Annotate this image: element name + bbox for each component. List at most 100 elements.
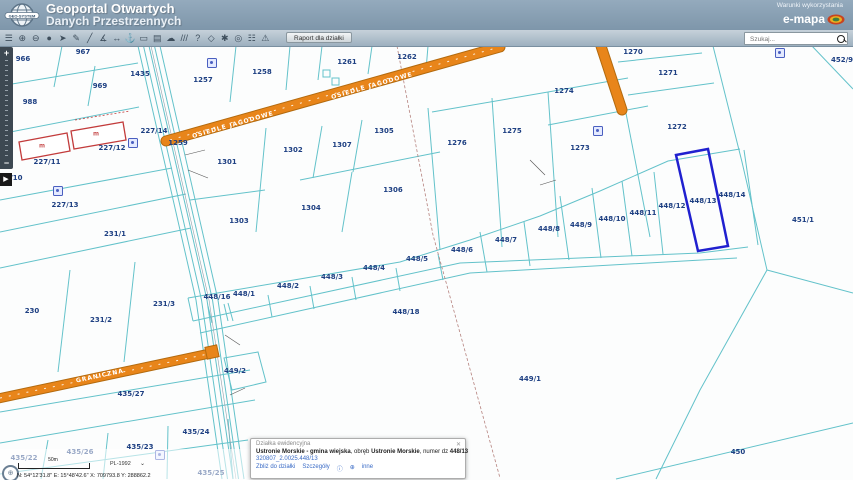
zoom-ticks[interactable] (5, 60, 8, 156)
crs-selector[interactable]: PL-1992 (110, 461, 131, 467)
parcel-label: 1273 (570, 144, 589, 152)
parcel-label: 448/5 (406, 255, 428, 263)
emapa-brand[interactable]: e-mapa (783, 12, 845, 26)
parcel-label: 227/13 (52, 201, 79, 209)
draw-icon[interactable]: ✎ (70, 30, 84, 46)
popup-title: Działka ewidencyjna (256, 441, 460, 447)
building-label: m (93, 131, 99, 138)
zoom-slider[interactable]: + − (0, 47, 13, 169)
coordinates-readout: N: 54°12'31.8" E: 15°48'42.6" X: 709793.… (17, 473, 151, 479)
parcel-label: 448/4 (363, 264, 385, 272)
parcel-label: 230 (25, 307, 40, 315)
hatch-icon[interactable]: /// (178, 30, 192, 46)
well-icon (775, 48, 785, 58)
parcel-label: 1262 (397, 53, 416, 61)
measure-area-icon[interactable]: ∡ (97, 30, 111, 46)
measure-line-icon[interactable]: ╱ (83, 30, 97, 46)
parcel-label: 1303 (229, 217, 248, 225)
parcel-label: 448/14 (719, 191, 746, 199)
search-input[interactable] (748, 33, 836, 46)
warning-icon[interactable]: ⚠ (259, 30, 273, 46)
popup-link[interactable]: inne (362, 464, 373, 473)
parcel-label: 448/12 (659, 202, 686, 210)
parcel-label: 1307 (332, 141, 351, 149)
app-header: GEO-SYSTEM Geoportal Otwartych Danych Pr… (0, 0, 853, 30)
parcel-label: 1259 (168, 139, 187, 147)
road-layer (0, 46, 622, 399)
parcel-label: 231/2 (90, 316, 112, 324)
pan-icon[interactable]: ↔ (110, 30, 124, 46)
parcel-label: 448/1 (233, 290, 255, 298)
parcel-label: 448/10 (599, 215, 626, 223)
popup-link[interactable]: ⊕ (350, 464, 355, 473)
scale-bar (18, 463, 90, 469)
parcel-info-popup: ✕ Działka ewidencyjna Ustronie Morskie -… (250, 438, 466, 479)
panel-toggle-button[interactable]: ▶ (0, 173, 12, 186)
building-label: m (39, 143, 45, 150)
cart-icon[interactable]: ☷ (245, 30, 259, 46)
toolbar-icons: ☰⊕⊖●➤✎╱∡↔⚓▭▤☁///?◇✱◎☷⚠ (2, 30, 272, 46)
full-extent-icon[interactable]: ● (43, 30, 57, 46)
parcel-label: 450 (731, 448, 746, 456)
parcel-label: 1257 (193, 76, 212, 84)
table-icon[interactable]: ▤ (151, 30, 165, 46)
parcel-label: 449/2 (224, 367, 246, 375)
report-parcel-button[interactable]: Raport dla działki (286, 32, 352, 43)
parcel-label: 448/9 (570, 221, 592, 229)
close-icon[interactable]: ✕ (456, 441, 461, 448)
parcel-label: 1305 (374, 127, 393, 135)
select-rect-icon[interactable]: ▭ (137, 30, 151, 46)
zoom-out-icon[interactable]: ⊖ (29, 30, 43, 46)
parcel-label: 448/16 (204, 293, 231, 301)
parcel-label: 227/11 (34, 158, 61, 166)
parcel-label: 969 (93, 82, 108, 90)
parcel-label: 452/9 (831, 56, 853, 64)
parcel-label: 1272 (667, 123, 686, 131)
parcel-label: 435/27 (118, 390, 145, 398)
parcel-label: 967 (76, 48, 91, 56)
parcel-label: 1258 (252, 68, 271, 76)
anchor-icon[interactable]: ⚓ (124, 30, 138, 46)
popup-link[interactable]: Zbliż do działki (256, 464, 295, 473)
parcel-label: 966 (16, 55, 31, 63)
help-icon[interactable]: ? (191, 30, 205, 46)
parcel-label: 231/1 (104, 230, 126, 238)
chevron-down-icon[interactable]: ⌄ (140, 460, 145, 467)
parcel-label: 227/14 (141, 127, 168, 135)
zoom-in-icon[interactable]: ⊕ (16, 30, 30, 46)
popup-link[interactable]: Szczegóły (302, 464, 329, 473)
zoom-in-button[interactable]: + (4, 47, 9, 59)
parcel-label: 449/1 (519, 375, 541, 383)
zoom-out-button[interactable]: − (4, 157, 9, 169)
identify-icon[interactable]: ◎ (232, 30, 246, 46)
svg-text:GEO-SYSTEM: GEO-SYSTEM (9, 13, 36, 18)
well-icon (207, 58, 217, 68)
geo-system-logo-icon: GEO-SYSTEM (4, 2, 40, 33)
building-layer (19, 111, 130, 160)
parcel-label: 1270 (623, 48, 642, 56)
parcel-label: 1302 (283, 146, 302, 154)
parcel-label: 1306 (383, 186, 402, 194)
parcel-label: 1276 (447, 139, 466, 147)
cloud-icon[interactable]: ☁ (164, 30, 178, 46)
search-box[interactable] (744, 32, 848, 45)
search-icon[interactable] (837, 35, 845, 43)
app-title-line2: Danych Przestrzennych (46, 15, 181, 28)
parcel-label: 231/3 (153, 300, 175, 308)
popup-parcel-id-link[interactable]: 320807_2.0025.448/13 (256, 456, 460, 462)
layers-icon[interactable]: ☰ (2, 30, 16, 46)
terms-link[interactable]: Warunki wykorzystania (777, 2, 843, 9)
polygon-icon[interactable]: ◇ (205, 30, 219, 46)
parcel-label: 448/8 (538, 225, 560, 233)
map-toolbar: ☰⊕⊖●➤✎╱∡↔⚓▭▤☁///?◇✱◎☷⚠ Raport dla działk… (0, 30, 853, 47)
cadastral-lines (0, 46, 853, 480)
parcel-label: 1274 (554, 87, 573, 95)
well-icon (593, 126, 603, 136)
parcel-label: 1271 (658, 69, 677, 77)
parcel-label: 448/6 (451, 246, 473, 254)
pointer-icon[interactable]: ➤ (56, 30, 70, 46)
popup-link[interactable]: ⓘ (337, 464, 343, 473)
map-canvas[interactable]: 966967988969143512571258227/141259227/12… (0, 46, 853, 480)
parcel-label: 1275 (502, 127, 521, 135)
settings-icon[interactable]: ✱ (218, 30, 232, 46)
